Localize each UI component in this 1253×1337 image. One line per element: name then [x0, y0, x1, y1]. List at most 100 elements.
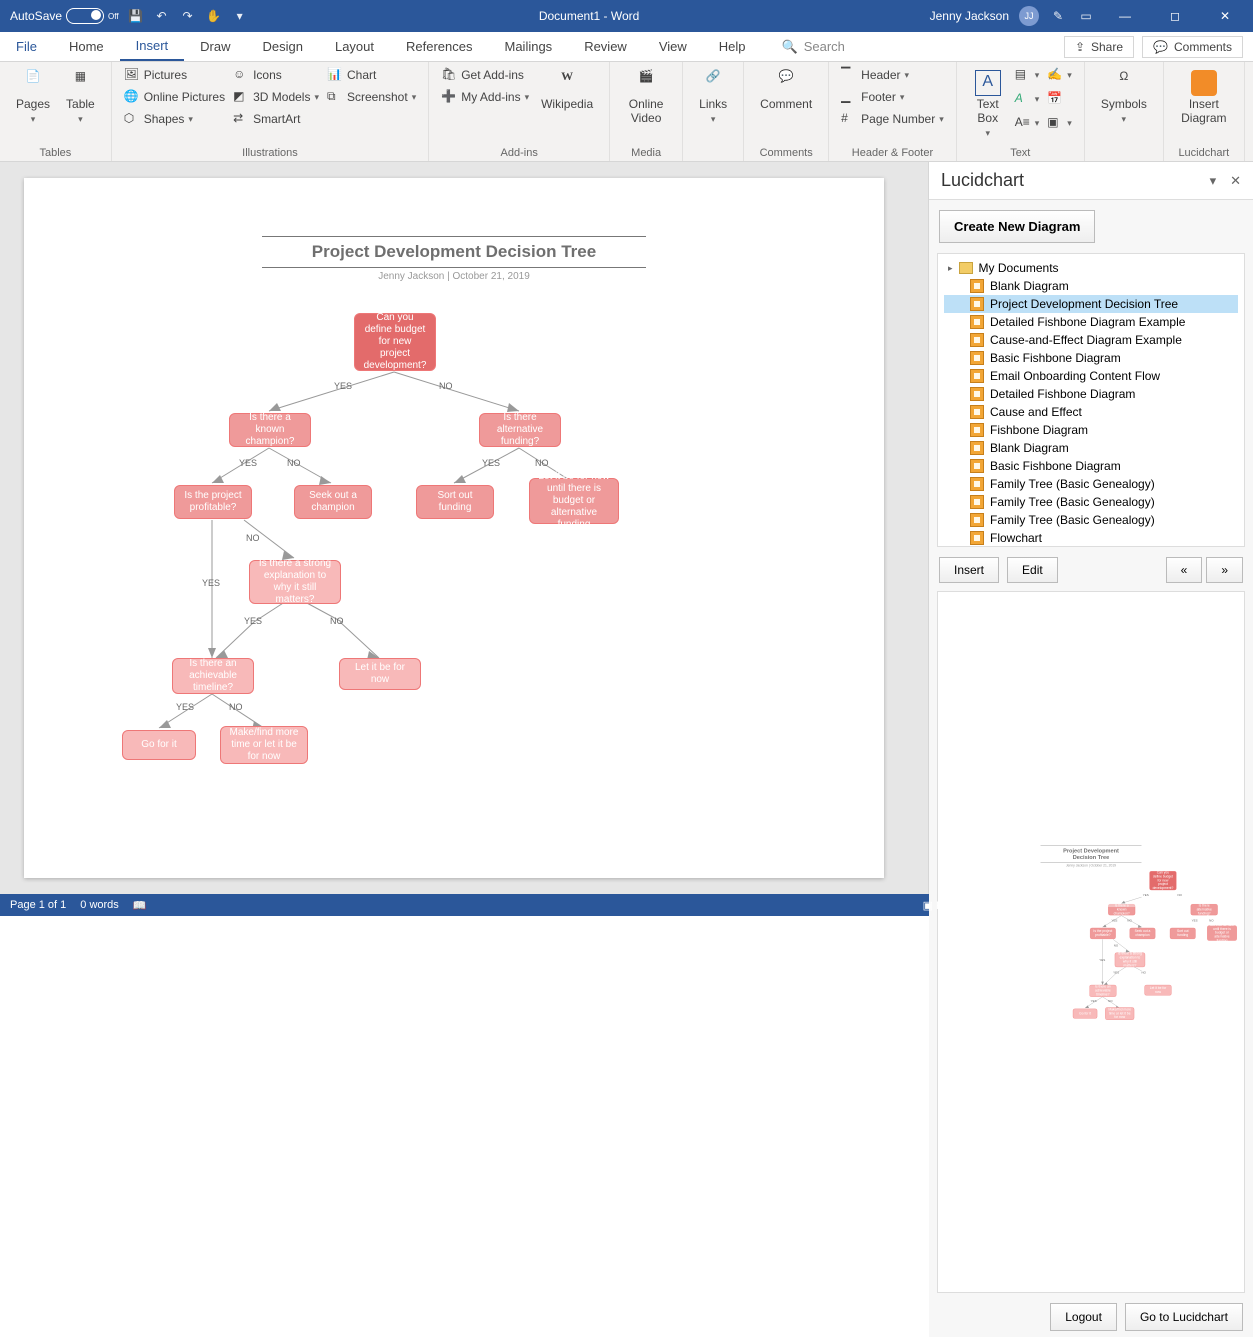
- paintbrush-icon[interactable]: ✎: [1049, 7, 1067, 25]
- panel-insert-button[interactable]: Insert: [939, 557, 999, 583]
- icons-button[interactable]: ☺Icons: [231, 66, 321, 84]
- get-addins-button[interactable]: 🛍Get Add-ins: [439, 66, 531, 84]
- footer-button[interactable]: ▁Footer▾: [839, 88, 946, 106]
- customize-qat-icon[interactable]: ▾: [231, 7, 249, 25]
- tree-item[interactable]: Fishbone Diagram: [944, 421, 1238, 439]
- status-page[interactable]: Page 1 of 1: [10, 899, 66, 911]
- tree-item[interactable]: Blank Diagram: [944, 439, 1238, 457]
- tree-item[interactable]: Email Onboarding Content Flow: [944, 367, 1238, 385]
- user-avatar-icon[interactable]: JJ: [1019, 6, 1039, 26]
- diagram-tree[interactable]: ▸ My DocumentsBlank DiagramProject Devel…: [937, 253, 1245, 547]
- zoom-slider[interactable]: [1088, 904, 1188, 907]
- tree-item[interactable]: Cause-and-Effect Diagram Example: [944, 331, 1238, 349]
- tab-home[interactable]: Home: [53, 32, 120, 61]
- tree-item[interactable]: Family Tree (Basic Genealogy): [944, 511, 1238, 529]
- tree-item[interactable]: Basic Fishbone Diagram: [944, 457, 1238, 475]
- sigline-button[interactable]: ✍▾: [1045, 66, 1074, 84]
- my-addins-button[interactable]: ➕My Add-ins▾: [439, 88, 531, 106]
- panel-close-icon[interactable]: ✕: [1230, 173, 1241, 189]
- file-tab[interactable]: File: [0, 39, 53, 54]
- tab-references[interactable]: References: [390, 32, 488, 61]
- pictures-button[interactable]: 🖼Pictures: [122, 66, 227, 84]
- shapes-button[interactable]: ⬡Shapes▾: [122, 110, 227, 128]
- video-label: Online Video: [626, 98, 666, 126]
- tree-item[interactable]: Project Development Decision Tree: [944, 295, 1238, 313]
- tree-item[interactable]: Basic Fishbone Diagram: [944, 349, 1238, 367]
- toggle-off-icon[interactable]: [66, 8, 104, 24]
- online-pictures-button[interactable]: 🌐Online Pictures: [122, 88, 227, 106]
- tree-item[interactable]: Cause and Effect: [944, 403, 1238, 421]
- collapse-ribbon-icon[interactable]: ⌃: [1245, 62, 1253, 161]
- pager-prev-button[interactable]: «: [1166, 557, 1203, 583]
- minimize-button[interactable]: —: [1105, 0, 1145, 32]
- screenshot-button[interactable]: ⧉Screenshot▾: [325, 88, 418, 106]
- zoom-level[interactable]: 120%: [1215, 899, 1243, 911]
- panel-edit-button[interactable]: Edit: [1007, 557, 1058, 583]
- document-area[interactable]: Project Development Decision Tree Jenny …: [0, 162, 928, 894]
- tab-layout[interactable]: Layout: [319, 32, 390, 61]
- tab-insert[interactable]: Insert: [120, 32, 185, 61]
- spellcheck-icon[interactable]: 📖: [133, 899, 147, 912]
- links-label: Links: [699, 98, 727, 112]
- save-icon[interactable]: 💾: [127, 7, 145, 25]
- comment-button[interactable]: 💬Comment: [754, 66, 818, 116]
- pager-next-button[interactable]: »: [1206, 557, 1243, 583]
- datetime-button[interactable]: 📅: [1045, 90, 1074, 108]
- dropcap-button[interactable]: A≡▾: [1013, 114, 1042, 132]
- wikipedia-button[interactable]: WWikipedia: [535, 66, 599, 116]
- tree-folder-my-documents[interactable]: ▸ My Documents: [944, 259, 1238, 277]
- chart-button[interactable]: 📊Chart: [325, 66, 418, 84]
- tree-item[interactable]: Detailed Fishbone Diagram: [944, 385, 1238, 403]
- goto-lucidchart-button[interactable]: Go to Lucidchart: [1125, 1303, 1243, 1331]
- table-label: Table: [66, 98, 95, 112]
- tree-item[interactable]: Blank Diagram: [944, 277, 1238, 295]
- focus-mode[interactable]: ▣ Focus: [923, 899, 966, 912]
- share-button[interactable]: ⇪Share: [1064, 36, 1134, 58]
- panel-options-icon[interactable]: ▾: [1210, 173, 1217, 189]
- ribbon-display-icon[interactable]: ▭: [1077, 7, 1095, 25]
- quickparts-button[interactable]: ▤▾: [1013, 66, 1042, 84]
- search-box[interactable]: 🔍 Search: [782, 39, 845, 55]
- online-video-button[interactable]: 🎬Online Video: [620, 66, 672, 130]
- undo-icon[interactable]: ↶: [153, 7, 171, 25]
- tab-mailings[interactable]: Mailings: [489, 32, 569, 61]
- status-words[interactable]: 0 words: [80, 899, 119, 911]
- create-new-diagram-button[interactable]: Create New Diagram: [939, 210, 1095, 243]
- view-read-icon[interactable]: [976, 896, 998, 914]
- group-lucidchart-label: Lucidchart: [1174, 145, 1234, 159]
- close-button[interactable]: ✕: [1205, 0, 1245, 32]
- autosave-toggle[interactable]: AutoSave Off: [10, 8, 119, 24]
- tree-item[interactable]: Flowchart: [944, 529, 1238, 547]
- tab-design[interactable]: Design: [247, 32, 319, 61]
- tree-item-label: Basic Fishbone Diagram: [990, 351, 1121, 365]
- tab-view[interactable]: View: [643, 32, 703, 61]
- maximize-button[interactable]: ◻: [1155, 0, 1195, 32]
- object-button[interactable]: ▣▾: [1045, 114, 1074, 132]
- smartart-button[interactable]: ⇄SmartArt: [231, 110, 321, 128]
- 3dmodels-button[interactable]: ◩3D Models▾: [231, 88, 321, 106]
- tab-draw[interactable]: Draw: [184, 32, 246, 61]
- wordart-button[interactable]: A▾: [1013, 90, 1042, 108]
- links-button[interactable]: 🔗Links▾: [693, 66, 733, 128]
- symbols-button[interactable]: ΩSymbols▾: [1095, 66, 1153, 128]
- main-area: Project Development Decision Tree Jenny …: [0, 162, 1253, 894]
- flow-node-explain: Is there a strong explanation to why it …: [1115, 953, 1145, 968]
- view-print-icon[interactable]: [1008, 896, 1030, 914]
- comments-button[interactable]: 💬Comments: [1142, 36, 1243, 58]
- tree-item[interactable]: Family Tree (Basic Genealogy): [944, 475, 1238, 493]
- lucidchart-insert-button[interactable]: Insert Diagram: [1174, 66, 1234, 130]
- tab-help[interactable]: Help: [703, 32, 762, 61]
- touch-icon[interactable]: ✋: [205, 7, 223, 25]
- tree-item[interactable]: Family Tree (Basic Genealogy): [944, 493, 1238, 511]
- page-number-button[interactable]: #Page Number▾: [839, 110, 946, 128]
- pages-button[interactable]: 📄Pages▾: [10, 66, 56, 128]
- redo-icon[interactable]: ↷: [179, 7, 197, 25]
- edge-no-3: NO: [1209, 919, 1213, 922]
- tab-review[interactable]: Review: [568, 32, 643, 61]
- user-name[interactable]: Jenny Jackson: [930, 9, 1009, 23]
- logout-button[interactable]: Logout: [1050, 1303, 1117, 1331]
- textbox-button[interactable]: AText Box▾: [967, 66, 1009, 142]
- tree-item[interactable]: Detailed Fishbone Diagram Example: [944, 313, 1238, 331]
- table-button[interactable]: ▦Table▾: [60, 66, 101, 128]
- header-button[interactable]: ▔Header▾: [839, 66, 946, 84]
